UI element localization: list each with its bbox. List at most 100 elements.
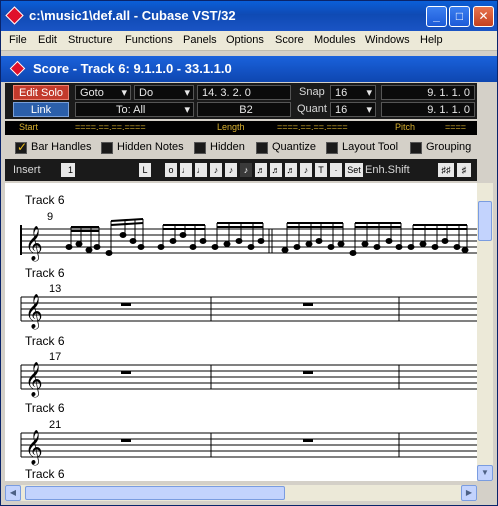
goto-select[interactable]: Goto ▾ [75, 85, 131, 100]
double-sharp-icon[interactable]: ♯♯ [438, 163, 454, 177]
half-note-icon[interactable]: ♩ [180, 163, 192, 177]
horizontal-scroll-thumb[interactable] [25, 486, 285, 500]
chevron-down-icon: ▾ [366, 87, 372, 99]
insert-voice-field[interactable]: 1 [61, 163, 75, 177]
length-label: Length [217, 122, 245, 132]
event-column-header: Start ====.==.==.==== Length ====.==.==.… [5, 121, 477, 135]
score-window-icon [9, 60, 26, 77]
menu-modules[interactable]: Modules [314, 34, 356, 46]
bar-handles-checkbox[interactable] [15, 140, 27, 154]
eighth-note-icon[interactable]: ♪ [210, 163, 222, 177]
staff-4: 𝄞 [20, 430, 477, 466]
menu-structure[interactable]: Structure [68, 34, 113, 46]
scroll-down-icon[interactable]: ▼ [477, 465, 493, 481]
locator-field-2[interactable]: 9. 1. 1. 0 [381, 102, 475, 117]
start-label: Start [19, 122, 39, 132]
menu-panels[interactable]: Panels [183, 34, 217, 46]
thirty-second-note-icon[interactable]: ♪ [240, 163, 252, 177]
menu-options[interactable]: Options [226, 34, 264, 46]
score-window-title-text: Score - Track 6: 9.1.1.0 - 33.1.1.0 [33, 61, 232, 76]
score-area[interactable]: 𝄞 𝄞 𝄞 𝄞 Track 6 9 Track 6 13 Track 6 17 … [5, 183, 477, 481]
link-button[interactable]: Link [13, 102, 69, 117]
do-select[interactable]: Do ▾ [134, 85, 194, 100]
grouping-label: Grouping [426, 141, 472, 153]
to-all-label: To: All [116, 104, 146, 116]
goto-label: Goto [80, 87, 104, 99]
quant-select[interactable]: 16 ▾ [330, 102, 376, 117]
horizontal-scrollbar[interactable]: ◀ ▶ [5, 485, 477, 501]
cubase-window: c:\music1\def.all - Cubase VST/32 _ □ ✕ … [0, 0, 498, 506]
staff-1-bar-number: 9 [47, 211, 54, 223]
menu-windows[interactable]: Windows [365, 34, 410, 46]
position-field[interactable]: 14. 3. 2. 0 [197, 85, 291, 100]
note-toolbar: Insert 1 L o ♩ ♩ ♪ ♪ ♪ ♬ ♬ ♬ ♪ T · Set E… [5, 159, 477, 181]
window-title: c:\music1\def.all - Cubase VST/32 [29, 8, 236, 23]
scroll-right-icon[interactable]: ▶ [461, 485, 477, 501]
locator-field-1[interactable]: 9. 1. 1. 0 [381, 85, 475, 100]
staff-2: 𝄞 [20, 294, 477, 330]
set-button[interactable]: Set [345, 163, 363, 177]
menu-bar: File Edit Structure Functions Panels Opt… [1, 31, 497, 51]
hundred-twenty-eighth-note-icon[interactable]: ♬ [270, 163, 282, 177]
grouping-checkbox[interactable] [410, 142, 422, 154]
bar-handles-label: Bar Handles [31, 141, 92, 153]
chevron-down-icon: ▾ [184, 87, 190, 99]
t-button[interactable]: T [315, 163, 327, 177]
menu-file[interactable]: File [9, 34, 27, 46]
vertical-scroll-thumb[interactable] [478, 201, 492, 241]
treble-clef-icon: 𝄞 [25, 294, 43, 330]
sharp-icon[interactable]: ♯ [457, 163, 471, 177]
triplet-note-icon[interactable]: ♪ [300, 163, 312, 177]
score-options-bar: Bar Handles Hidden Notes Hidden Quantize… [5, 139, 475, 157]
layout-tool-checkbox[interactable] [326, 142, 338, 154]
pitch-value[interactable]: ==== [445, 122, 466, 132]
staff-3-track-label: Track 6 [25, 334, 65, 348]
edit-solo-button[interactable]: Edit Solo [13, 85, 69, 100]
menu-score[interactable]: Score [275, 34, 304, 46]
scroll-left-icon[interactable]: ◀ [5, 485, 21, 501]
snap-value: 16 [335, 87, 348, 99]
sixty-fourth-note-icon[interactable]: ♬ [255, 163, 267, 177]
hidden-notes-label: Hidden Notes [117, 141, 184, 153]
dotted-note-icon[interactable]: ♬ [285, 163, 297, 177]
quantize-checkbox[interactable] [256, 142, 268, 154]
menu-edit[interactable]: Edit [38, 34, 57, 46]
snap-label: Snap [299, 86, 325, 98]
layout-tool-label: Layout Tool [342, 141, 399, 153]
title-bar[interactable]: c:\music1\def.all - Cubase VST/32 _ □ ✕ [1, 1, 497, 31]
staff-2-bar-number: 13 [49, 283, 62, 295]
staff-1: 𝄞 [20, 218, 477, 262]
vertical-scrollbar[interactable]: ▼ [477, 183, 493, 481]
to-all-select[interactable]: To: All ▾ [75, 102, 194, 117]
menu-help[interactable]: Help [420, 34, 443, 46]
treble-clef-icon: 𝄞 [25, 226, 43, 262]
staff-3-bar-number: 17 [49, 351, 62, 363]
length-value[interactable]: ====.==.==.==== [277, 122, 348, 132]
score-staves: 𝄞 𝄞 𝄞 𝄞 [20, 218, 477, 466]
whole-note-icon[interactable]: o [165, 163, 177, 177]
staff-1-track-label: Track 6 [25, 193, 65, 207]
quarter-note-icon[interactable]: ♩ [195, 163, 207, 177]
note-field[interactable]: B2 [197, 102, 291, 117]
treble-clef-icon: 𝄞 [25, 362, 43, 398]
quant-label: Quant [297, 103, 327, 115]
hidden-notes-checkbox[interactable] [101, 142, 113, 154]
snap-select[interactable]: 16 ▾ [330, 85, 376, 100]
pitch-label: Pitch [395, 122, 416, 132]
sixteenth-note-icon[interactable]: ♪ [225, 163, 237, 177]
maximize-button[interactable]: □ [449, 6, 470, 27]
staff-5-track-label: Track 6 [25, 467, 65, 481]
menu-functions[interactable]: Functions [125, 34, 173, 46]
chevron-down-icon: ▾ [184, 104, 190, 116]
quant-value: 16 [335, 104, 348, 116]
close-button[interactable]: ✕ [473, 6, 494, 27]
treble-clef-icon: 𝄞 [25, 430, 43, 466]
hidden-checkbox[interactable] [194, 142, 206, 154]
dot-button[interactable]: · [330, 163, 342, 177]
minimize-button[interactable]: _ [426, 6, 447, 27]
l-toggle-button[interactable]: L [139, 163, 151, 177]
hidden-label: Hidden [210, 141, 245, 153]
do-label: Do [139, 87, 154, 99]
score-window-title[interactable]: Score - Track 6: 9.1.1.0 - 33.1.1.0 [1, 56, 497, 82]
start-value[interactable]: ====.==.==.==== [75, 122, 146, 132]
